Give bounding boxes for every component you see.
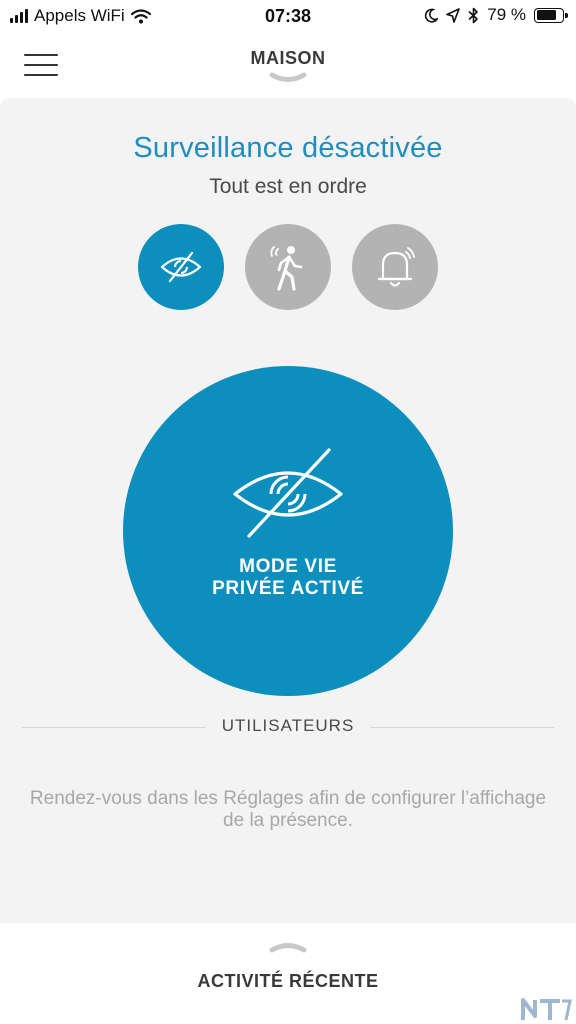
status-right: 79 % <box>424 5 568 25</box>
motion-walker-icon <box>270 246 303 291</box>
eye-off-icon <box>233 448 343 538</box>
users-hint-text: Rendez-vous dans les Réglages afin de co… <box>29 788 547 831</box>
battery-percent: 79 % <box>487 5 526 24</box>
recent-activity-title[interactable]: ACTIVITÉ RÉCENTE <box>0 971 576 992</box>
location-arrow-icon <box>446 7 461 23</box>
chevron-up-icon[interactable] <box>268 939 308 953</box>
mode-motion-button[interactable] <box>245 224 331 310</box>
mode-alarm-button[interactable] <box>352 224 438 310</box>
main-panel: Surveillance désactivée Tout est en ordr… <box>0 98 576 923</box>
moon-icon <box>425 8 439 23</box>
eye-off-icon <box>160 251 202 283</box>
nav-bar: MAISON <box>0 34 576 98</box>
private-mode-indicator[interactable]: MODE VIE PRIVÉE ACTIVÉ <box>123 366 453 696</box>
recent-activity-drawer[interactable]: ACTIVITÉ RÉCENTE <box>0 923 576 1024</box>
users-section-title: UTILISATEURS <box>221 716 355 735</box>
status-subtitle: Tout est en ordre <box>209 175 367 198</box>
mode-private-button[interactable] <box>138 224 224 310</box>
chevron-down-icon[interactable] <box>268 72 308 86</box>
wifi-icon <box>130 8 151 23</box>
bluetooth-icon <box>468 7 479 23</box>
surveillance-status: Surveillance désactivée <box>133 132 443 164</box>
signal-strength-icon <box>10 9 28 23</box>
battery-icon <box>534 7 568 23</box>
bell-alarm-icon <box>377 247 415 287</box>
private-mode-label-line2: PRIVÉE ACTIVÉ <box>212 578 364 599</box>
private-mode-label: MODE VIE PRIVÉE ACTIVÉ <box>123 556 453 600</box>
watermark-logo <box>521 998 572 1021</box>
carrier-label: Appels WiFi <box>34 6 125 25</box>
home-title[interactable]: MAISON <box>0 48 576 69</box>
menu-icon-bar <box>24 74 58 76</box>
status-left: Appels WiFi <box>10 6 151 26</box>
status-bar: Appels WiFi 07:38 79 % <box>0 0 576 34</box>
private-mode-label-line1: MODE VIE <box>239 556 337 577</box>
